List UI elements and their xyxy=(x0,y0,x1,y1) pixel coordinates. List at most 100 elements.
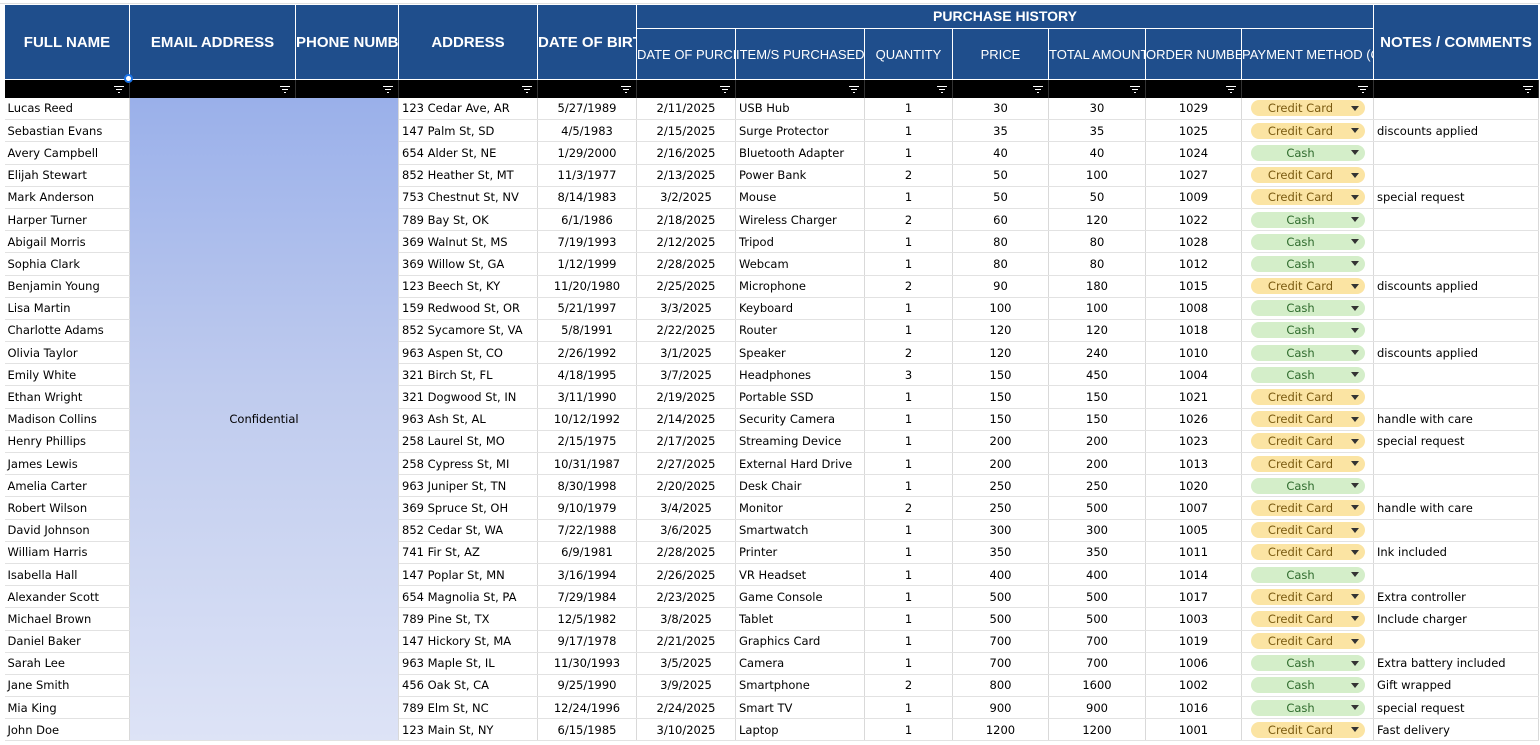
cell-item-purchased[interactable]: Speaker xyxy=(735,341,865,365)
cell-quantity[interactable]: 1 xyxy=(864,541,953,564)
cell-quantity[interactable]: 1 xyxy=(864,408,953,431)
header-items-purchased[interactable]: ITEM/S PURCHASED xyxy=(735,28,865,80)
header-phone-number[interactable]: PHONE NUMBER xyxy=(295,4,399,80)
cell-total-amount[interactable]: 100 xyxy=(1048,164,1146,187)
cell-quantity[interactable]: 1 xyxy=(864,141,953,165)
dropdown-caret-icon[interactable] xyxy=(1350,705,1359,711)
payment-method-dropdown[interactable]: Credit Card xyxy=(1250,633,1365,650)
cell-total-amount[interactable]: 700 xyxy=(1048,630,1146,653)
cell-total-amount[interactable]: 120 xyxy=(1048,319,1146,343)
dropdown-caret-icon[interactable] xyxy=(1350,461,1359,467)
cell-address[interactable]: 852 Cedar St, WA xyxy=(398,519,538,542)
cell-total-amount[interactable]: 200 xyxy=(1048,452,1146,476)
cell-order-number[interactable]: 1020 xyxy=(1145,474,1242,498)
cell-quantity[interactable]: 1 xyxy=(864,297,953,320)
cell-payment-method[interactable]: Credit Card xyxy=(1241,408,1374,431)
cell-total-amount[interactable]: 500 xyxy=(1048,496,1146,520)
header-quantity[interactable]: QUANTITY xyxy=(864,28,953,80)
cell-total-amount[interactable]: 300 xyxy=(1048,519,1146,542)
cell-order-number[interactable]: 1007 xyxy=(1145,496,1242,520)
cell-notes[interactable] xyxy=(1373,230,1539,254)
cell-full-name[interactable]: Lucas Reed xyxy=(4,97,130,121)
payment-method-dropdown[interactable]: Cash xyxy=(1250,677,1365,694)
cell-date-of-birth[interactable]: 5/8/1991 xyxy=(537,319,637,343)
cell-date-of-birth[interactable]: 4/5/1983 xyxy=(537,119,637,143)
cell-total-amount[interactable]: 40 xyxy=(1048,141,1146,165)
cell-price[interactable]: 50 xyxy=(952,164,1049,187)
cell-full-name[interactable]: Jane Smith xyxy=(4,674,130,698)
cell-date-of-birth[interactable]: 3/16/1994 xyxy=(537,563,637,587)
cell-payment-method[interactable]: Credit Card xyxy=(1241,164,1374,187)
cell-date-of-birth[interactable]: 11/20/1980 xyxy=(537,275,637,298)
cell-payment-method[interactable]: Credit Card xyxy=(1241,718,1374,742)
cell-full-name[interactable]: Alexander Scott xyxy=(4,585,130,609)
cell-item-purchased[interactable]: USB Hub xyxy=(735,97,865,121)
cell-quantity[interactable]: 2 xyxy=(864,164,953,187)
cell-notes[interactable]: Gift wrapped xyxy=(1373,674,1539,698)
cell-date-of-birth[interactable]: 8/14/1983 xyxy=(537,186,637,209)
dropdown-caret-icon[interactable] xyxy=(1350,172,1359,178)
cell-price[interactable]: 900 xyxy=(952,696,1049,720)
cell-item-purchased[interactable]: Portable SSD xyxy=(735,385,865,409)
cell-payment-method[interactable]: Cash xyxy=(1241,474,1374,498)
cell-address[interactable]: 852 Sycamore St, VA xyxy=(398,319,538,343)
cell-address[interactable]: 789 Bay St, OK xyxy=(398,208,538,232)
cell-address[interactable]: 654 Alder St, NE xyxy=(398,141,538,165)
cell-full-name[interactable]: Sophia Clark xyxy=(4,252,130,276)
payment-method-dropdown[interactable]: Cash xyxy=(1250,211,1365,228)
cell-date-of-purchase[interactable]: 2/13/2025 xyxy=(636,164,736,187)
cell-quantity[interactable]: 2 xyxy=(864,208,953,232)
cell-total-amount[interactable]: 150 xyxy=(1048,385,1146,409)
cell-price[interactable]: 300 xyxy=(952,519,1049,542)
payment-method-dropdown[interactable]: Credit Card xyxy=(1250,278,1365,295)
cell-total-amount[interactable]: 1200 xyxy=(1048,718,1146,742)
cell-price[interactable]: 500 xyxy=(952,585,1049,609)
cell-quantity[interactable]: 3 xyxy=(864,363,953,387)
payment-method-dropdown[interactable]: Credit Card xyxy=(1250,189,1365,206)
cell-notes[interactable] xyxy=(1373,452,1539,476)
cell-notes[interactable] xyxy=(1373,252,1539,276)
cell-price[interactable]: 350 xyxy=(952,541,1049,564)
cell-item-purchased[interactable]: Keyboard xyxy=(735,297,865,320)
dropdown-caret-icon[interactable] xyxy=(1350,549,1359,555)
cell-notes[interactable]: special request xyxy=(1373,696,1539,720)
cell-item-purchased[interactable]: Headphones xyxy=(735,363,865,387)
cell-address[interactable]: 963 Aspen St, CO xyxy=(398,341,538,365)
payment-method-dropdown[interactable]: Cash xyxy=(1250,477,1365,494)
cell-date-of-birth[interactable]: 9/17/1978 xyxy=(537,630,637,653)
cell-date-of-purchase[interactable]: 3/4/2025 xyxy=(636,496,736,520)
cell-order-number[interactable]: 1015 xyxy=(1145,275,1242,298)
dropdown-caret-icon[interactable] xyxy=(1350,261,1359,267)
payment-method-dropdown[interactable]: Credit Card xyxy=(1250,122,1365,139)
cell-address[interactable]: 963 Juniper St, TN xyxy=(398,474,538,498)
cell-payment-method[interactable]: Cash xyxy=(1241,674,1374,698)
cell-order-number[interactable]: 1027 xyxy=(1145,164,1242,187)
cell-date-of-purchase[interactable]: 2/26/2025 xyxy=(636,563,736,587)
payment-method-dropdown[interactable]: Credit Card xyxy=(1250,544,1365,561)
cell-date-of-birth[interactable]: 11/30/1993 xyxy=(537,652,637,675)
cell-price[interactable]: 200 xyxy=(952,430,1049,454)
cell-payment-method[interactable]: Cash xyxy=(1241,297,1374,320)
cell-payment-method[interactable]: Credit Card xyxy=(1241,541,1374,564)
cell-date-of-birth[interactable]: 7/19/1993 xyxy=(537,230,637,254)
cell-address[interactable]: 852 Heather St, MT xyxy=(398,164,538,187)
cell-full-name[interactable]: Emily White xyxy=(4,363,130,387)
cell-date-of-purchase[interactable]: 2/11/2025 xyxy=(636,97,736,121)
cell-quantity[interactable]: 1 xyxy=(864,430,953,454)
cell-date-of-birth[interactable]: 5/21/1997 xyxy=(537,297,637,320)
filter-icon[interactable] xyxy=(1357,83,1369,95)
dropdown-caret-icon[interactable] xyxy=(1350,394,1359,400)
cell-total-amount[interactable]: 150 xyxy=(1048,408,1146,431)
dropdown-caret-icon[interactable] xyxy=(1350,572,1359,578)
dropdown-caret-icon[interactable] xyxy=(1350,105,1359,111)
cell-notes[interactable]: Extra controller xyxy=(1373,585,1539,609)
cell-quantity[interactable]: 1 xyxy=(864,230,953,254)
cell-full-name[interactable]: Olivia Taylor xyxy=(4,341,130,365)
cell-notes[interactable]: special request xyxy=(1373,186,1539,209)
cell-item-purchased[interactable]: VR Headset xyxy=(735,563,865,587)
cell-payment-method[interactable]: Credit Card xyxy=(1241,519,1374,542)
payment-method-dropdown[interactable]: Credit Card xyxy=(1250,721,1365,738)
cell-quantity[interactable]: 1 xyxy=(864,319,953,343)
cell-price[interactable]: 150 xyxy=(952,363,1049,387)
filter-icon[interactable] xyxy=(1522,83,1534,95)
